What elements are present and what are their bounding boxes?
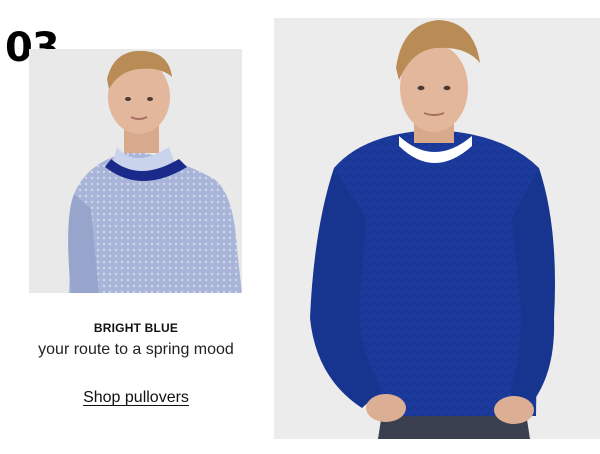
model-image [29,49,242,293]
shop-link-wrapper: Shop pullovers [0,389,272,407]
product-photo-bright-blue-sweater[interactable] [274,18,600,439]
model-image-large [274,18,600,439]
product-subtitle: your route to a spring mood [38,341,234,358]
product-photo-light-blue-sweater[interactable] [29,49,242,293]
product-title: BRIGHT BLUE [93,321,179,335]
shop-pullovers-link[interactable]: Shop pullovers [83,389,189,406]
